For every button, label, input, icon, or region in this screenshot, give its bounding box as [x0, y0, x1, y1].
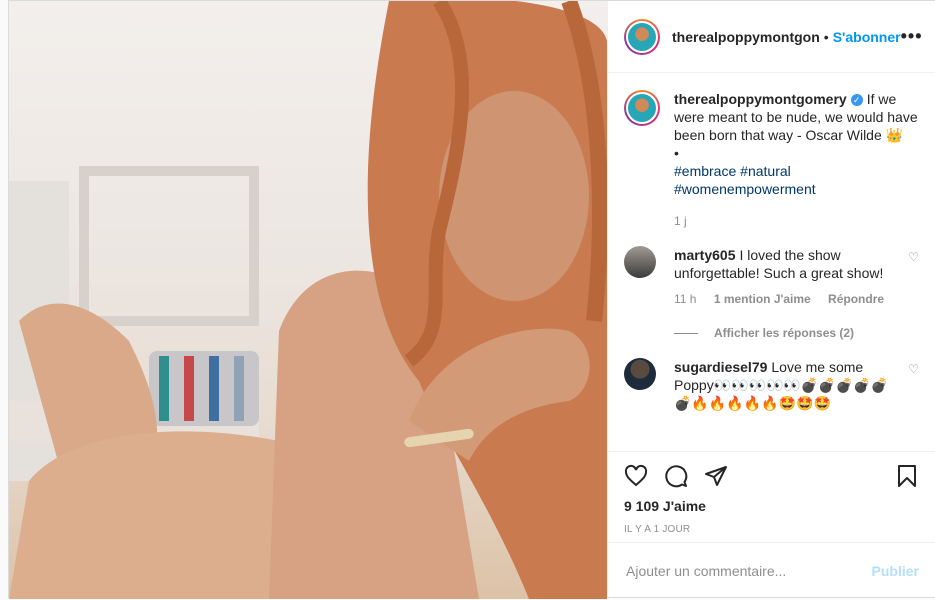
post-image[interactable] — [9, 1, 607, 599]
author-username[interactable]: therealpoppymontgon — [672, 29, 820, 45]
separator-dot: • — [823, 28, 829, 45]
commenter-avatar[interactable] — [624, 246, 656, 278]
follow-button[interactable]: S'abonner — [833, 29, 901, 45]
comment-like-icon[interactable]: ♡ — [908, 250, 919, 264]
caption-username[interactable]: therealpoppymontgomery — [674, 91, 847, 107]
comments-list[interactable]: therealpoppymontgomery ✓ If we were meant … — [608, 74, 935, 451]
like-count[interactable]: 9 109 J'aime — [608, 492, 935, 514]
caption-time[interactable]: 1 j — [674, 212, 919, 230]
comment: marty605 I loved the show unforgettable! … — [624, 246, 919, 308]
post-modal: therealpoppymontgon • S'abonner ••• ther… — [8, 0, 935, 599]
comment-body: sugardiesel79 Love me some Poppy👀👀👀👀👀💣💣💣💣… — [674, 358, 898, 412]
comment-username[interactable]: marty605 — [674, 247, 736, 263]
reply-button[interactable]: Répondre — [828, 292, 884, 306]
commenter-avatar[interactable] — [624, 358, 656, 390]
comment-input[interactable] — [624, 561, 872, 580]
comment-username[interactable]: sugardiesel79 — [674, 359, 767, 375]
comment: sugardiesel79 Love me some Poppy👀👀👀👀👀💣💣💣💣… — [624, 358, 919, 412]
caption-body: therealpoppymontgomery ✓ If we were meant … — [674, 90, 919, 230]
caption: therealpoppymontgomery ✓ If we were meant … — [624, 90, 919, 230]
caption-avatar[interactable] — [624, 90, 660, 126]
comment-likes[interactable]: 1 mention J'aime — [714, 292, 811, 306]
hashtag-embrace[interactable]: #embrace — [674, 163, 736, 179]
action-icons — [608, 452, 935, 492]
post-header: therealpoppymontgon • S'abonner ••• — [608, 1, 935, 73]
more-options-icon[interactable]: ••• — [901, 26, 923, 47]
publish-button[interactable]: Publier — [872, 563, 919, 579]
post-actions: 9 109 J'aime IL Y A 1 JOUR Publier — [608, 451, 935, 598]
post-side-panel: therealpoppymontgon • S'abonner ••• ther… — [607, 1, 935, 597]
comment-body: marty605 I loved the show unforgettable! … — [674, 246, 898, 308]
comment-meta: 11 h 1 mention J'aime Répondre — [674, 290, 898, 308]
hashtag-womenempowerment[interactable]: #womenempowerment — [674, 180, 919, 198]
replies-divider — [674, 332, 698, 334]
comment-composer: Publier — [608, 542, 935, 598]
caption-bullet: • — [674, 145, 679, 161]
comment-like-icon[interactable]: ♡ — [908, 362, 919, 376]
comment-time[interactable]: 11 h — [674, 292, 696, 306]
heart-icon[interactable] — [624, 464, 648, 488]
bookmark-icon[interactable] — [895, 464, 919, 488]
post-date[interactable]: IL Y A 1 JOUR — [608, 514, 935, 535]
comment-icon[interactable] — [664, 464, 688, 488]
share-icon[interactable] — [704, 464, 728, 488]
view-replies-label: Afficher les réponses (2) — [714, 326, 855, 340]
verified-badge-icon: ✓ — [850, 94, 863, 107]
hashtag-natural[interactable]: #natural — [740, 163, 791, 179]
author-avatar[interactable] — [624, 18, 660, 55]
view-replies-button[interactable]: Afficher les réponses (2) — [674, 326, 919, 340]
post-photo-illustration — [9, 1, 607, 599]
